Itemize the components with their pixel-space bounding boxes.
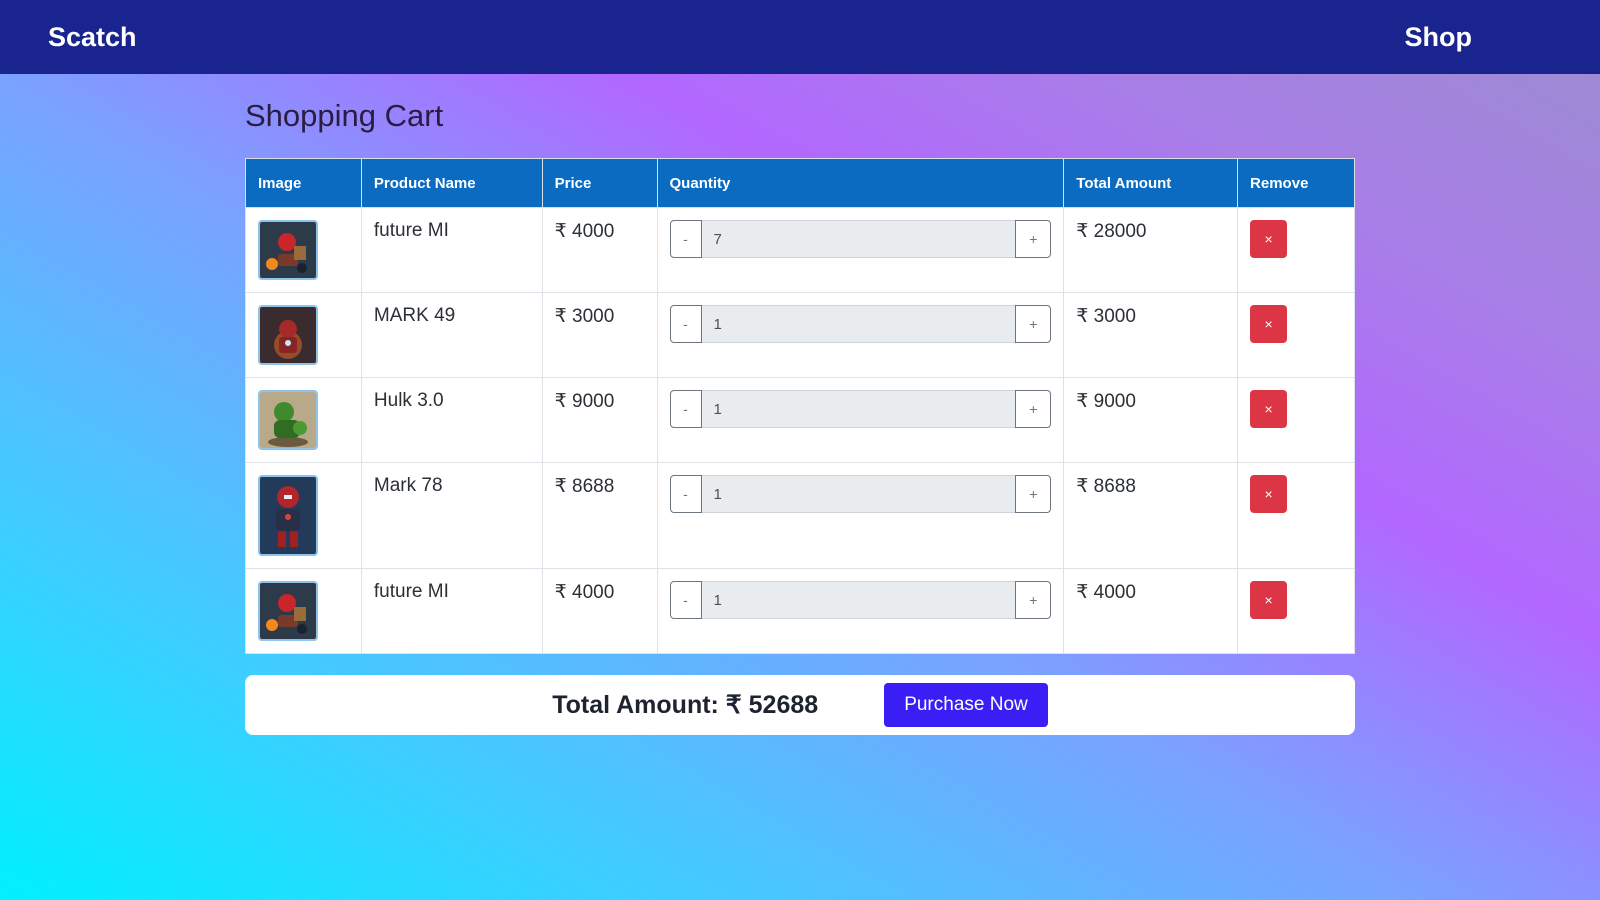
decrease-quantity-button[interactable]: -: [669, 390, 702, 428]
table-row: Hulk 3.0 ₹ 9000 - + ₹ 9000 ×: [245, 377, 1355, 463]
product-price: ₹ 3000: [541, 292, 658, 378]
quantity-cell: - +: [656, 207, 1065, 293]
navbar: Scatch Shop: [0, 0, 1600, 74]
quantity-stepper: - +: [669, 305, 1052, 343]
quantity-input[interactable]: [701, 475, 1016, 513]
header-total-amount: Total Amount: [1063, 158, 1239, 208]
product-name: MARK 49: [360, 292, 543, 378]
cart-total-amount: Total Amount: ₹ 52688: [552, 691, 819, 719]
header-price: Price: [541, 158, 658, 208]
remove-item-button[interactable]: ×: [1250, 305, 1288, 343]
increase-quantity-button[interactable]: +: [1015, 581, 1052, 619]
row-total-amount: ₹ 3000: [1063, 292, 1239, 378]
product-thumbnail: [258, 305, 318, 365]
quantity-stepper: - +: [669, 220, 1052, 258]
row-total-amount: ₹ 28000: [1063, 207, 1239, 293]
decrease-quantity-button[interactable]: -: [669, 475, 702, 513]
product-name: future MI: [360, 568, 543, 654]
remove-item-button[interactable]: ×: [1250, 220, 1288, 258]
table-row: future MI ₹ 4000 - + ₹ 4000 ×: [245, 568, 1355, 654]
hulk-figure-icon: [260, 392, 316, 448]
increase-quantity-button[interactable]: +: [1015, 220, 1052, 258]
quantity-stepper: - +: [669, 475, 1052, 513]
remove-cell: ×: [1237, 207, 1355, 293]
quantity-input[interactable]: [701, 305, 1016, 343]
decrease-quantity-button[interactable]: -: [669, 220, 702, 258]
cart-summary: Total Amount: ₹ 52688 Purchase Now: [245, 675, 1355, 735]
product-name: Mark 78: [360, 462, 543, 569]
quantity-cell: - +: [656, 462, 1065, 569]
product-name: future MI: [360, 207, 543, 293]
shop-link[interactable]: Shop: [1405, 22, 1473, 53]
row-total-amount: ₹ 8688: [1063, 462, 1239, 569]
quantity-stepper: - +: [669, 390, 1052, 428]
rider-figure-icon: [260, 222, 316, 278]
table-row: MARK 49 ₹ 3000 - + ₹ 3000 ×: [245, 292, 1355, 378]
image-cell: [245, 377, 362, 463]
quantity-stepper: - +: [669, 581, 1052, 619]
image-cell: [245, 292, 362, 378]
row-total-amount: ₹ 4000: [1063, 568, 1239, 654]
armor-figure-icon: [260, 477, 316, 554]
remove-cell: ×: [1237, 292, 1355, 378]
product-price: ₹ 9000: [541, 377, 658, 463]
remove-cell: ×: [1237, 462, 1355, 569]
table-header-row: Image Product Name Price Quantity Total …: [245, 158, 1355, 208]
increase-quantity-button[interactable]: +: [1015, 475, 1052, 513]
remove-cell: ×: [1237, 568, 1355, 654]
image-cell: [245, 568, 362, 654]
header-remove: Remove: [1237, 158, 1355, 208]
purchase-now-button[interactable]: Purchase Now: [884, 683, 1048, 727]
decrease-quantity-button[interactable]: -: [669, 581, 702, 619]
product-price: ₹ 8688: [541, 462, 658, 569]
remove-item-button[interactable]: ×: [1250, 390, 1288, 428]
product-name: Hulk 3.0: [360, 377, 543, 463]
table-row: future MI ₹ 4000 - + ₹ 28000 ×: [245, 207, 1355, 293]
header-quantity: Quantity: [656, 158, 1065, 208]
product-thumbnail: [258, 390, 318, 450]
increase-quantity-button[interactable]: +: [1015, 305, 1052, 343]
cart-table: Image Product Name Price Quantity Total …: [245, 158, 1355, 654]
product-thumbnail: [258, 220, 318, 280]
quantity-cell: - +: [656, 377, 1065, 463]
decrease-quantity-button[interactable]: -: [669, 305, 702, 343]
remove-cell: ×: [1237, 377, 1355, 463]
quantity-cell: - +: [656, 292, 1065, 378]
header-image: Image: [245, 158, 362, 208]
product-price: ₹ 4000: [541, 568, 658, 654]
quantity-input[interactable]: [701, 220, 1016, 258]
product-thumbnail: [258, 581, 318, 641]
quantity-input[interactable]: [701, 390, 1016, 428]
remove-item-button[interactable]: ×: [1250, 475, 1288, 513]
product-thumbnail: [258, 475, 318, 556]
quantity-input[interactable]: [701, 581, 1016, 619]
remove-item-button[interactable]: ×: [1250, 581, 1288, 619]
brand-logo[interactable]: Scatch: [48, 22, 137, 53]
armor-figure-icon: [260, 307, 316, 363]
page-title: Shopping Cart: [245, 98, 444, 133]
header-product-name: Product Name: [360, 158, 543, 208]
image-cell: [245, 462, 362, 569]
row-total-amount: ₹ 9000: [1063, 377, 1239, 463]
product-price: ₹ 4000: [541, 207, 658, 293]
rider-figure-icon: [260, 583, 316, 639]
image-cell: [245, 207, 362, 293]
quantity-cell: - +: [656, 568, 1065, 654]
table-row: Mark 78 ₹ 8688 - + ₹ 8688 ×: [245, 462, 1355, 569]
increase-quantity-button[interactable]: +: [1015, 390, 1052, 428]
